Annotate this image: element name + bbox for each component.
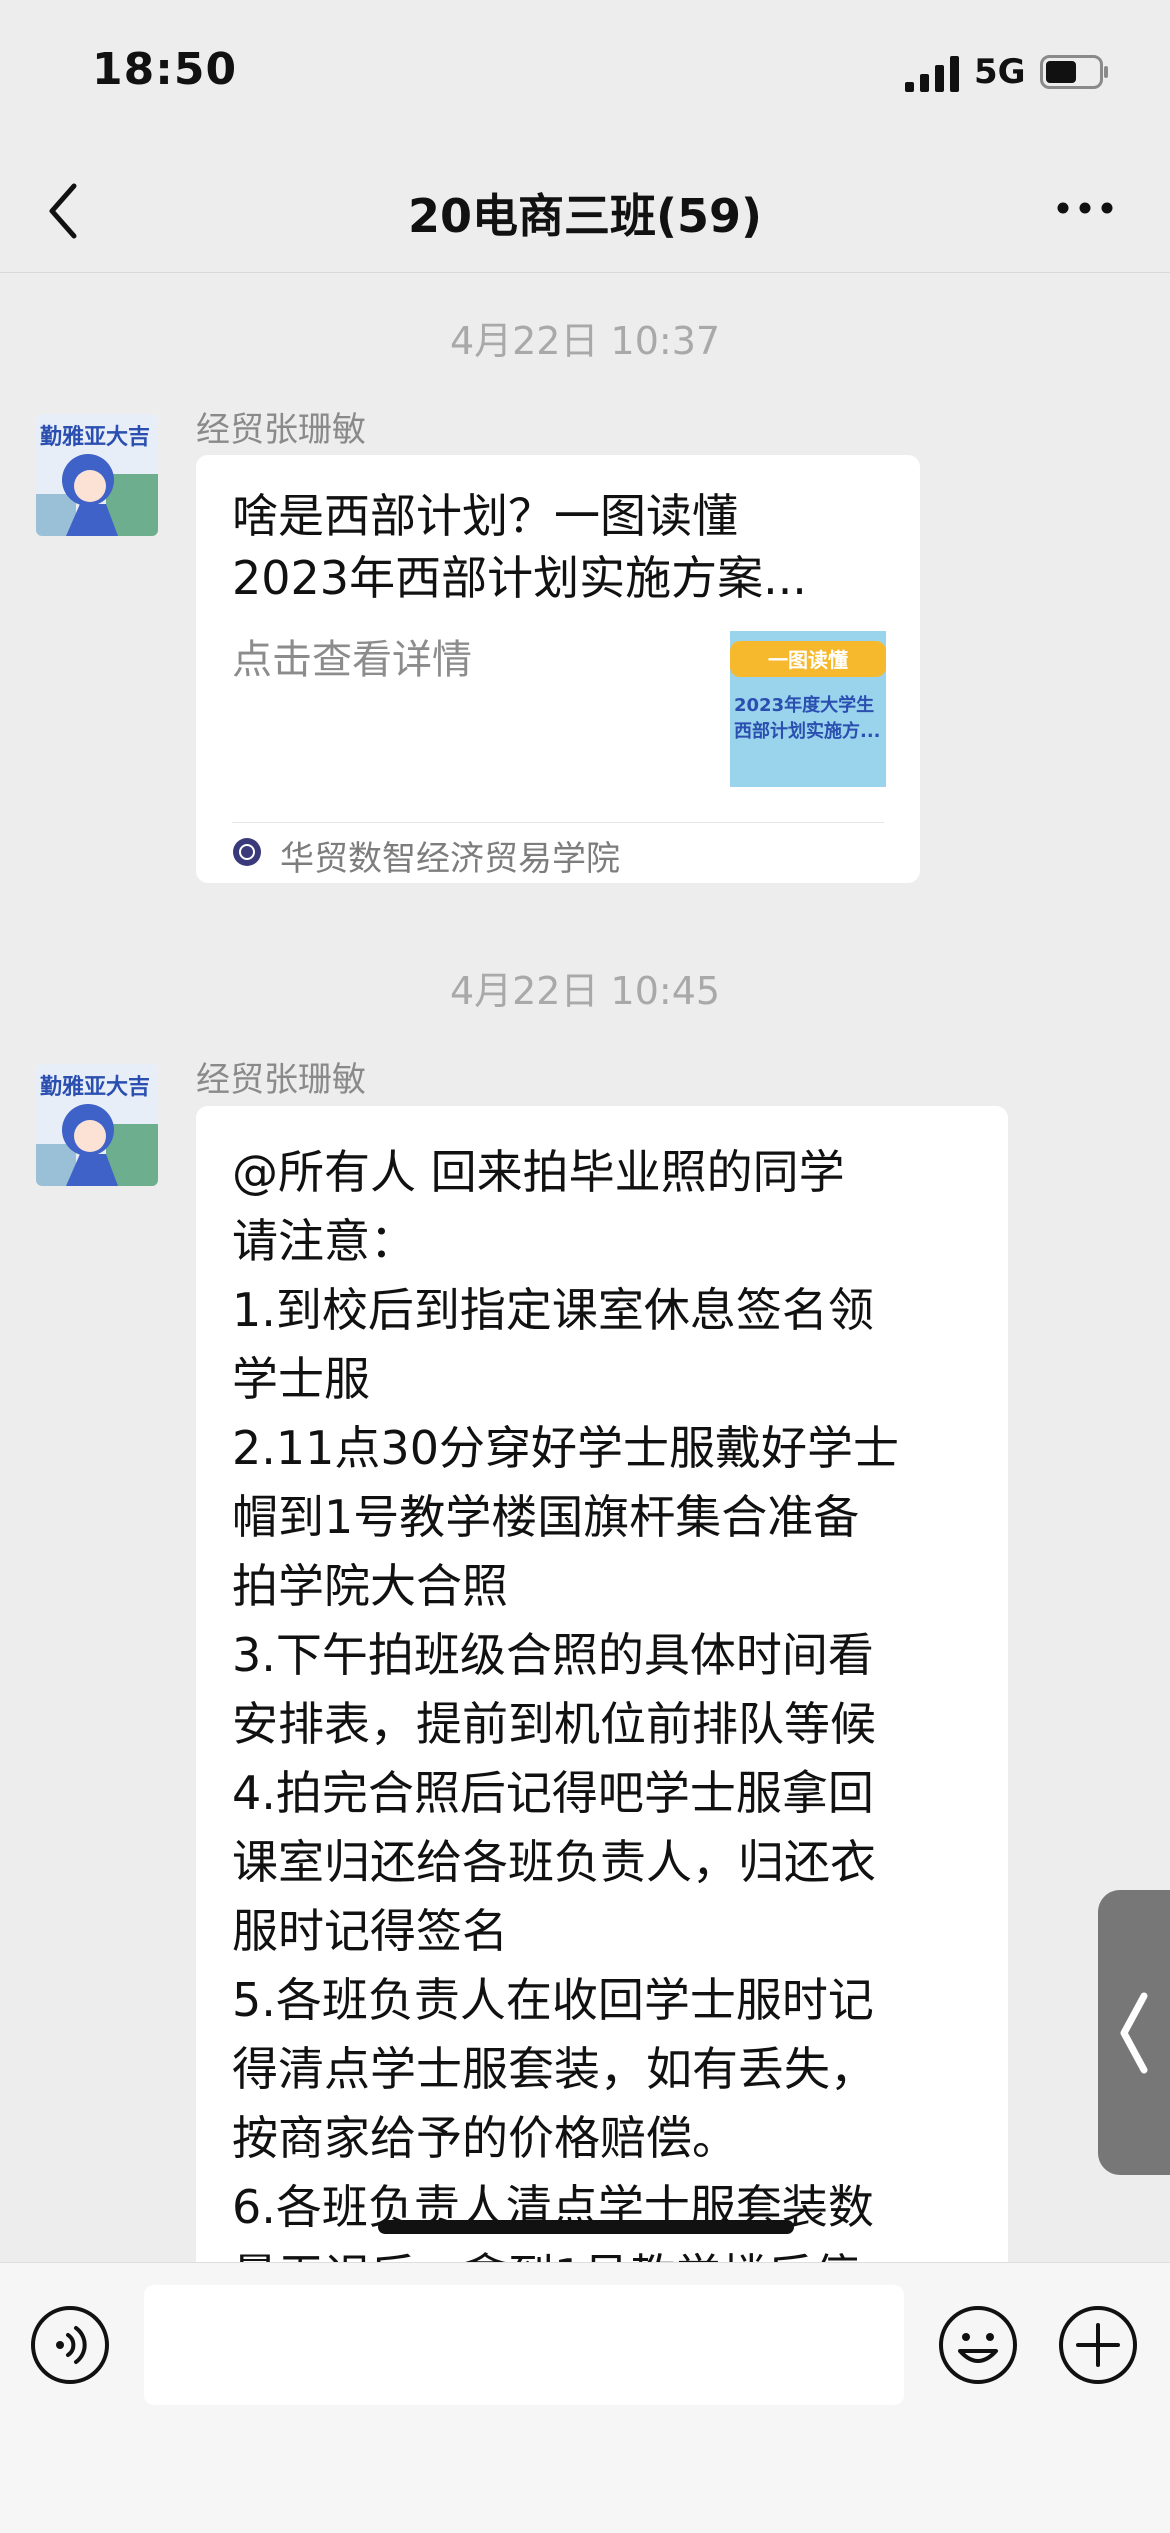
floating-side-tab[interactable] bbox=[1098, 1890, 1170, 2175]
message-line: 课室归还给各班负责人，归还衣 bbox=[232, 1835, 876, 1889]
avatar-image: 勤雅亚大吉 bbox=[36, 1064, 158, 1186]
chat-title: 20电商三班(59) bbox=[407, 189, 763, 243]
message-input[interactable] bbox=[144, 2285, 904, 2405]
text-message-bubble[interactable]: @所有人 回来拍毕业照的同学 请注意： 1.到校后到指定课室休息签名领 学士服 … bbox=[196, 1106, 1008, 2270]
sender-name: 经贸张珊敏 bbox=[196, 1060, 366, 1100]
message-line: 3.下午拍班级合照的具体时间看 bbox=[232, 1628, 874, 1682]
message-line: 按商家给予的价格赔偿。 bbox=[232, 2111, 738, 2165]
message-line: 4.拍完合照后记得吧学士服拿回 bbox=[232, 1766, 874, 1820]
message-line: 服时记得签名 bbox=[232, 1904, 508, 1958]
chevron-left-icon bbox=[1120, 1992, 1148, 2074]
signal-icon bbox=[905, 56, 959, 92]
sender-name: 经贸张珊敏 bbox=[196, 410, 366, 450]
link-card-message[interactable]: 啥是西部计划？一图读懂 2023年西部计划实施方案... 点击查看详情 一图读懂… bbox=[196, 455, 920, 883]
card-thumbnail: 一图读懂 2023年度大学生 西部计划实施方... bbox=[730, 631, 886, 787]
avatar[interactable]: 勤雅亚大吉 bbox=[36, 1064, 158, 1186]
plus-icon[interactable] bbox=[1058, 2305, 1138, 2385]
message-line: @所有人 回来拍毕业照的同学 bbox=[232, 1145, 845, 1199]
avatar-image: 勤雅亚大吉 bbox=[36, 414, 158, 536]
message-line: 学士服 bbox=[232, 1352, 370, 1406]
source-logo-icon bbox=[233, 838, 261, 866]
battery-icon bbox=[1040, 55, 1108, 89]
card-description: 点击查看详情 bbox=[232, 637, 472, 683]
avatar-caption: 勤雅亚大吉 bbox=[40, 1074, 150, 1100]
card-title-line: 啥是西部计划？一图读懂 bbox=[232, 489, 738, 543]
thumb-line: 2023年度大学生 bbox=[734, 694, 874, 716]
message-line: 1.到校后到指定课室休息签名领 bbox=[232, 1283, 874, 1337]
avatar[interactable]: 勤雅亚大吉 bbox=[36, 414, 158, 536]
card-title-line: 2023年西部计划实施方案... bbox=[232, 551, 807, 605]
status-time: 18:50 bbox=[92, 44, 238, 95]
voice-icon[interactable] bbox=[30, 2305, 110, 2385]
message-line: 安排表，提前到机位前排队等候 bbox=[232, 1697, 876, 1751]
thumb-line: 西部计划实施方... bbox=[734, 720, 881, 742]
message-line: 2.11点30分穿好学士服戴好学士 bbox=[232, 1421, 899, 1475]
message-line: 帽到1号教学楼国旗杆集合准备 bbox=[232, 1490, 860, 1544]
message-timestamp: 4月22日 10:45 bbox=[449, 969, 721, 1013]
message-line: 5.各班负责人在收回学士服时记 bbox=[232, 1973, 874, 2027]
home-indicator[interactable] bbox=[378, 2220, 794, 2234]
card-divider bbox=[232, 822, 884, 823]
message-timestamp: 4月22日 10:37 bbox=[449, 319, 721, 363]
network-type: 5G bbox=[974, 52, 1026, 92]
card-title: 啥是西部计划？一图读懂 2023年西部计划实施方案... bbox=[232, 485, 882, 609]
emoji-icon[interactable] bbox=[938, 2305, 1018, 2385]
message-line: 拍学院大合照 bbox=[232, 1559, 508, 1613]
thumb-title: 一图读懂 bbox=[768, 648, 848, 672]
chat-header: 20电商三班(59) bbox=[0, 150, 1170, 273]
status-bar: 18:50 5G bbox=[0, 0, 1170, 150]
input-bar bbox=[0, 2262, 1170, 2533]
message-line: 得清点学士服套装，如有丢失， bbox=[232, 2042, 876, 2096]
more-dots-icon[interactable] bbox=[1055, 198, 1115, 218]
message-line: 请注意： bbox=[232, 1214, 416, 1268]
avatar-caption: 勤雅亚大吉 bbox=[40, 424, 150, 450]
card-source: 华贸数智经济贸易学院 bbox=[280, 839, 620, 879]
